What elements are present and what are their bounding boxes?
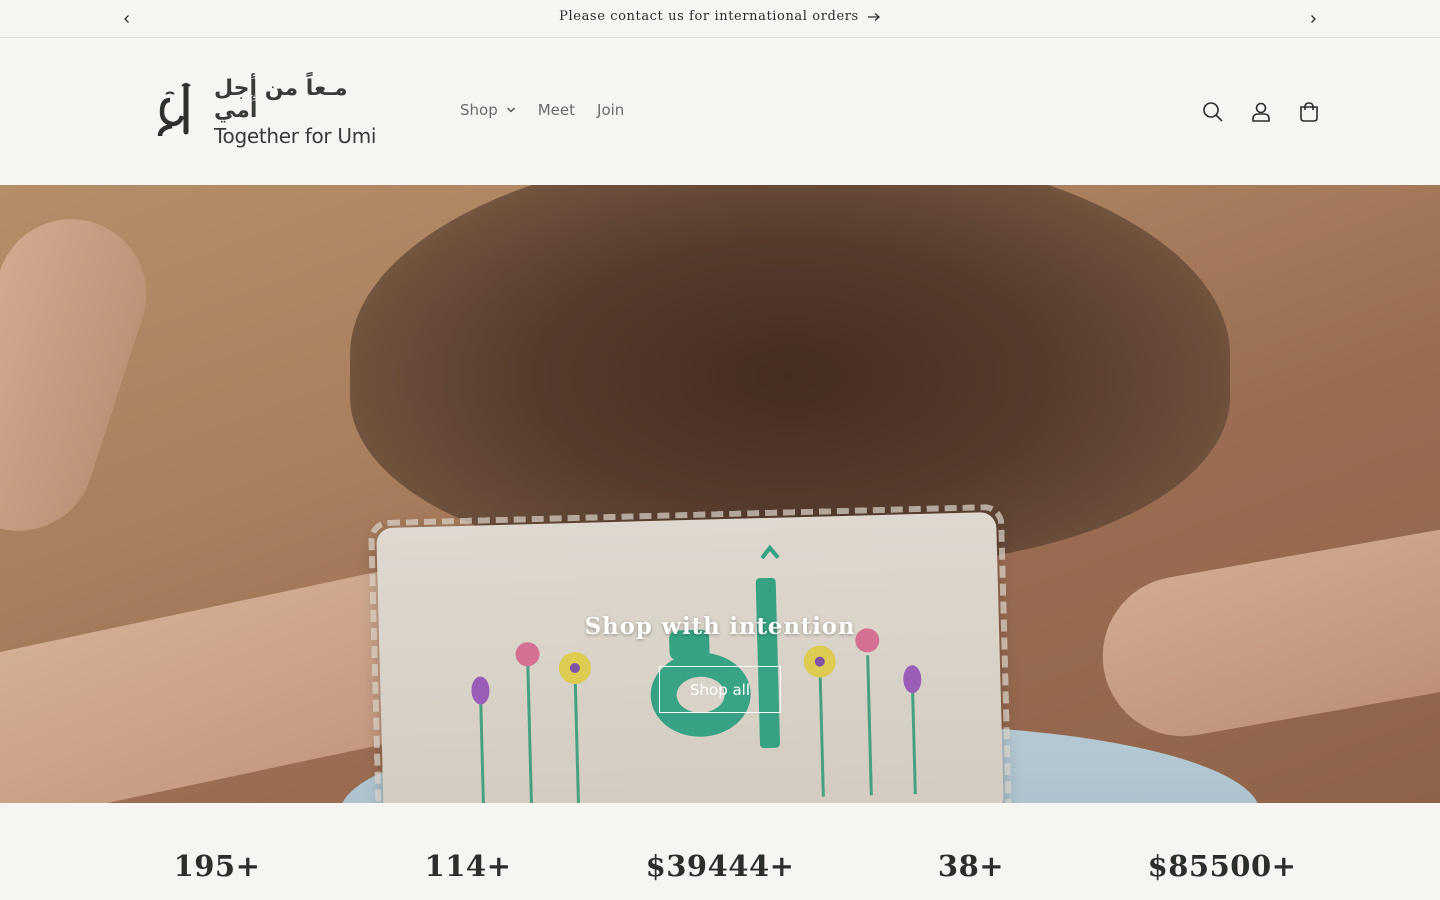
account-button[interactable]: [1248, 99, 1274, 125]
announcement-link[interactable]: Please contact us for international orde…: [559, 9, 881, 24]
logo-arabic-text: مـعاً من أجل أمي: [214, 76, 348, 123]
stats-section: 195+ 114+ $39444+ 38+ $85500+: [0, 803, 1440, 900]
logo-english-text: Together for Umi: [214, 124, 377, 148]
nav-meet[interactable]: Meet: [538, 101, 575, 119]
nav-shop-label: Shop: [460, 101, 498, 119]
stat-value: $85500+: [1147, 849, 1297, 883]
stat-value: 38+: [937, 849, 1005, 883]
cart-button[interactable]: [1296, 99, 1322, 125]
cart-icon: [1300, 102, 1318, 122]
chevron-right-icon: [1311, 15, 1316, 23]
logo-mark-graphic: [157, 83, 191, 137]
header-icons: [1200, 99, 1322, 125]
account-icon: [1252, 102, 1270, 122]
nav-meet-label: Meet: [537, 101, 576, 119]
announcement-text: Please contact us for international orde…: [559, 9, 859, 24]
stat-value: 114+: [424, 849, 512, 883]
search-button[interactable]: [1200, 99, 1226, 125]
stat-value: 195+: [173, 849, 261, 883]
nav-join[interactable]: Join: [597, 101, 624, 119]
search-icon: [1203, 102, 1223, 122]
announcement-bar: Please contact us for international orde…: [0, 0, 1440, 38]
logo-mark: [156, 80, 200, 144]
chevron-down-icon: [506, 107, 515, 113]
announcement-message[interactable]: Please contact us for international orde…: [0, 9, 1440, 24]
arrow-right-icon: [867, 12, 880, 21]
hero-banner: Shop with intention Shop all: [0, 185, 1440, 803]
nav-join-label: Join: [597, 101, 625, 119]
hero-heading: Shop with intention: [584, 613, 856, 640]
shop-all-button[interactable]: Shop all: [659, 666, 781, 713]
site-header: مـعاً من أجل أمي Together for Umi Shop M…: [0, 39, 1440, 185]
main-nav: Shop Meet Join: [460, 101, 624, 119]
announcement-next-button[interactable]: [1303, 9, 1323, 29]
site-logo[interactable]: مـعاً من أجل أمي Together for Umi: [156, 76, 386, 148]
stat-value: $39444+: [645, 849, 795, 883]
nav-shop[interactable]: Shop: [460, 101, 516, 119]
